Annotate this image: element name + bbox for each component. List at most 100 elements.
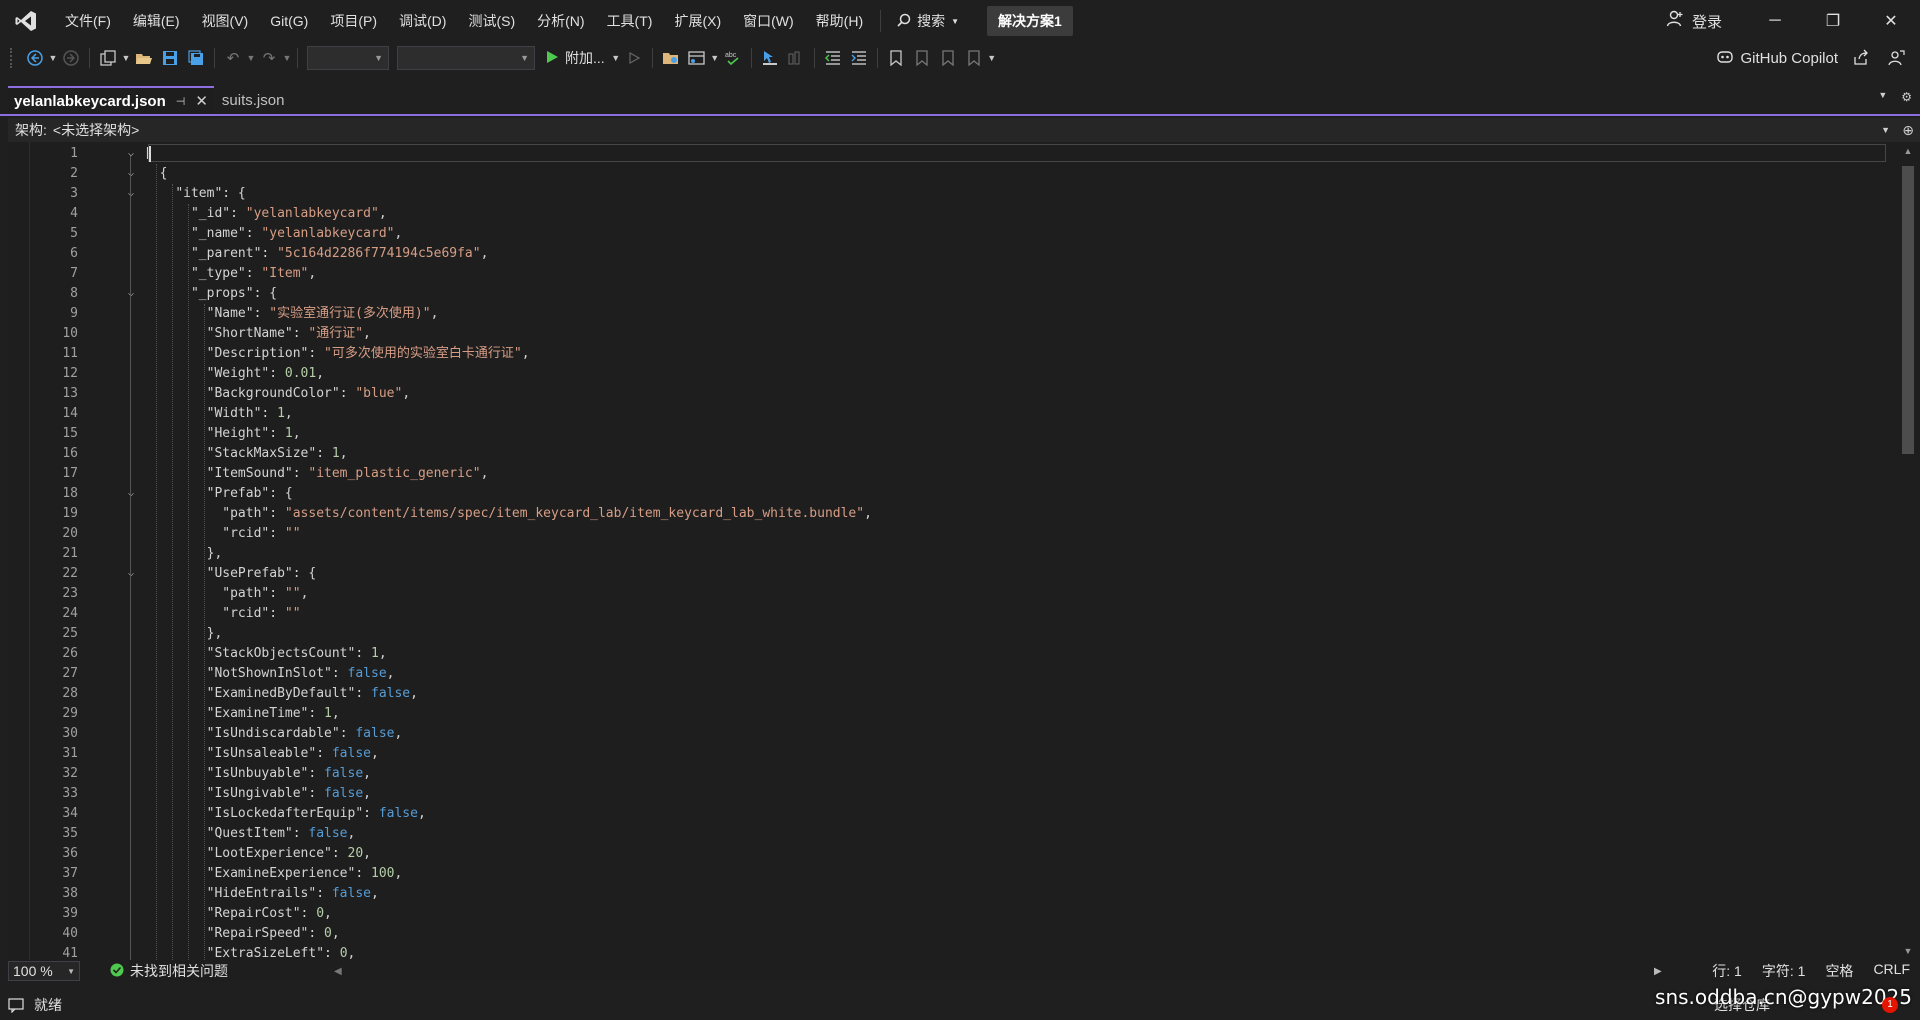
schema-navigation-bar[interactable]: 架构: <未选择架构> ▼ ⊕ (8, 118, 1920, 142)
code-line[interactable]: 40 "RepairSpeed": 0, (8, 924, 1888, 944)
menu-item[interactable]: 扩展(X) (663, 7, 732, 35)
new-item-dropdown-caret[interactable]: ▼ (121, 45, 131, 71)
fold-toggle-icon[interactable]: ⌵ (124, 184, 138, 204)
tab-yelanlabkeycard-json[interactable]: yelanlabkeycard.json ⊣ ✕ (8, 86, 214, 114)
code-line[interactable]: 39 "RepairCost": 0, (8, 904, 1888, 924)
code-line[interactable]: 11 "Description": "可多次使用的实验室白卡通行证", (8, 344, 1888, 364)
visual-studio-logo-icon[interactable] (12, 7, 40, 35)
window-layout-button[interactable] (684, 45, 710, 71)
code-line[interactable]: 9 "Name": "实验室通行证(多次使用)", (8, 304, 1888, 324)
redo-button[interactable]: ↷ (256, 45, 282, 71)
restore-button[interactable]: ❐ (1804, 0, 1862, 42)
code-line[interactable]: 22 ⌵ "UsePrefab": { (8, 564, 1888, 584)
redo-dropdown-caret[interactable]: ▼ (282, 45, 292, 71)
login-button[interactable]: 登录 (1666, 10, 1722, 32)
code-line[interactable]: 13 "BackgroundColor": "blue", (8, 384, 1888, 404)
fold-toggle-icon[interactable]: ⌵ (124, 284, 138, 304)
code-line[interactable]: 17 "ItemSound": "item_plastic_generic", (8, 464, 1888, 484)
code-line[interactable]: 16 "StackMaxSize": 1, (8, 444, 1888, 464)
code-line[interactable]: 35 "QuestItem": false, (8, 824, 1888, 844)
output-window-icon[interactable] (8, 997, 24, 1016)
fold-toggle-icon[interactable]: ⌵ (124, 564, 138, 584)
save-button[interactable] (157, 45, 183, 71)
scroll-left-arrow-icon[interactable]: ◀ (334, 966, 342, 977)
code-line[interactable]: 12 "Weight": 0.01, (8, 364, 1888, 384)
code-line[interactable]: 29 "ExamineTime": 1, (8, 704, 1888, 724)
search-button[interactable]: 搜索 ▼ (887, 7, 969, 35)
minimize-button[interactable]: ─ (1746, 0, 1804, 42)
code-line[interactable]: 14 "Width": 1, (8, 404, 1888, 424)
clear-bookmarks-button[interactable] (961, 45, 987, 71)
save-all-button[interactable] (183, 45, 209, 71)
code-editor[interactable]: 1 ⌵[2 ⌵ {3 ⌵ "item": {4 "_id": "yelanlabkey… (8, 142, 1920, 960)
code-line[interactable]: 28 "ExaminedByDefault": false, (8, 684, 1888, 704)
toolbar-overflow-caret[interactable]: ▼ (987, 45, 997, 71)
menu-item[interactable]: Git(G) (259, 7, 319, 35)
toggle-bookmark-button[interactable] (883, 45, 909, 71)
close-window-button[interactable]: ✕ (1862, 0, 1920, 42)
code-line[interactable]: 26 "StackObjectsCount": 1, (8, 644, 1888, 664)
gear-icon[interactable]: ⚙ (1901, 90, 1912, 104)
open-folder-in-explorer-button[interactable] (658, 45, 684, 71)
split-editor-icon[interactable]: ⊕ (1902, 122, 1914, 139)
code-line[interactable]: 34 "IsLockedafterEquip": false, (8, 804, 1888, 824)
code-line[interactable]: 30 "IsUndiscardable": false, (8, 724, 1888, 744)
menu-item[interactable]: 调试(D) (388, 7, 457, 35)
code-line[interactable]: 24 "rcid": "" (8, 604, 1888, 624)
code-line[interactable]: 20 "rcid": "" (8, 524, 1888, 544)
start-without-debugging-button[interactable] (621, 45, 647, 71)
menu-item[interactable]: 窗口(W) (732, 7, 805, 35)
code-line[interactable]: 23 "path": "", (8, 584, 1888, 604)
scroll-right-arrow-icon[interactable]: ▶ (1654, 966, 1662, 977)
chevron-down-icon[interactable]: ▼ (1881, 125, 1890, 135)
menu-item[interactable]: 分析(N) (526, 7, 595, 35)
fold-toggle-icon[interactable]: ⌵ (124, 164, 138, 184)
vertical-scrollbar[interactable]: ▲ ▼ (1896, 142, 1920, 960)
code-line[interactable]: 21 }, (8, 544, 1888, 564)
fold-toggle-icon[interactable]: ⌵ (124, 144, 138, 164)
navigate-forward-button[interactable] (58, 45, 84, 71)
solution-platform-combo[interactable]: ▼ (397, 46, 535, 70)
close-tab-icon[interactable]: ✕ (195, 92, 208, 110)
code-line[interactable]: 4 "_id": "yelanlabkeycard", (8, 204, 1888, 224)
scroll-down-arrow-icon[interactable]: ▼ (1896, 946, 1920, 956)
step-into-button[interactable] (757, 45, 783, 71)
pin-icon[interactable]: ⊣ (176, 95, 186, 108)
menu-item[interactable]: 帮助(H) (805, 7, 874, 35)
columns-button[interactable] (783, 45, 809, 71)
char-indicator[interactable]: 字符: 1 (1752, 961, 1816, 981)
indent-button[interactable] (846, 45, 872, 71)
menu-item[interactable]: 测试(S) (457, 7, 526, 35)
github-copilot-button[interactable]: GitHub Copilot (1716, 48, 1838, 68)
code-line[interactable]: 33 "IsUngivable": false, (8, 784, 1888, 804)
menu-item[interactable]: 工具(T) (596, 7, 664, 35)
menu-item[interactable]: 项目(P) (319, 7, 388, 35)
back-dropdown-caret[interactable]: ▼ (48, 45, 58, 71)
new-item-button[interactable] (95, 45, 121, 71)
code-line[interactable]: 41 "ExtraSizeLeft": 0, (8, 944, 1888, 960)
previous-bookmark-button[interactable] (909, 45, 935, 71)
undo-dropdown-caret[interactable]: ▼ (246, 45, 256, 71)
code-line[interactable]: 6 "_parent": "5c164d2286f774194c5e69fa", (8, 244, 1888, 264)
attach-run-button[interactable]: 附加... (539, 45, 611, 71)
menu-item[interactable]: 编辑(E) (122, 7, 191, 35)
code-line[interactable]: 3 ⌵ "item": { (8, 184, 1888, 204)
menu-item[interactable]: 文件(F) (54, 7, 122, 35)
notification-badge[interactable]: 1 (1882, 997, 1898, 1013)
navigate-back-button[interactable] (22, 45, 48, 71)
scroll-thumb[interactable] (1902, 166, 1914, 454)
outdent-button[interactable] (820, 45, 846, 71)
code-line[interactable]: 15 "Height": 1, (8, 424, 1888, 444)
run-dropdown-caret[interactable]: ▼ (611, 45, 621, 71)
code-line[interactable]: 8 ⌵ "_props": { (8, 284, 1888, 304)
solution-config-combo[interactable]: ▼ (307, 46, 389, 70)
fold-toggle-icon[interactable]: ⌵ (124, 484, 138, 504)
undo-button[interactable]: ↶ (220, 45, 246, 71)
code-line[interactable]: 19 "path": "assets/content/items/spec/it… (8, 504, 1888, 524)
code-line[interactable]: 32 "IsUnbuyable": false, (8, 764, 1888, 784)
feedback-button[interactable] (1884, 45, 1910, 71)
code-line[interactable]: 18 ⌵ "Prefab": { (8, 484, 1888, 504)
open-file-button[interactable] (131, 45, 157, 71)
code-line[interactable]: 38 "HideEntrails": false, (8, 884, 1888, 904)
solution-name-badge[interactable]: 解决方案1 (987, 6, 1073, 36)
